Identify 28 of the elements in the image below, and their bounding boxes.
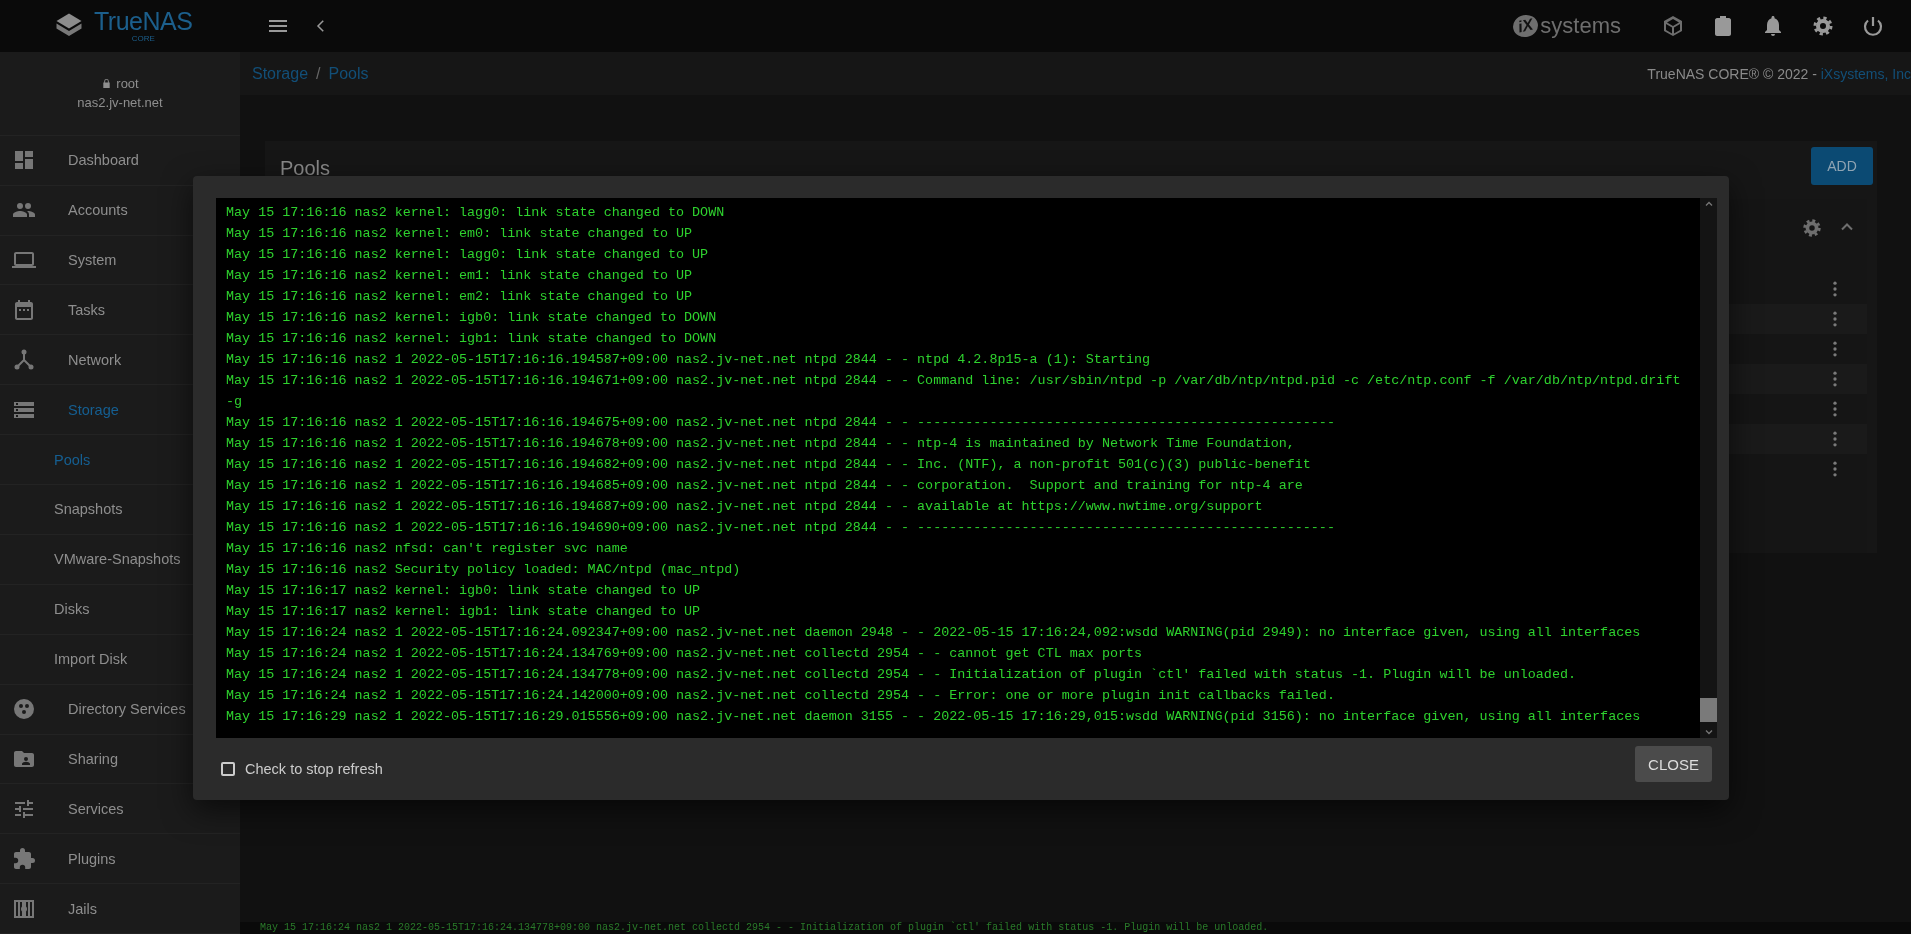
add-button[interactable]: ADD <box>1811 147 1873 185</box>
calendar-icon <box>12 297 36 322</box>
copyright-text: TrueNAS CORE® © 2022 - iXsystems, Inc <box>1647 65 1911 82</box>
sidebar-item[interactable]: Plugins <box>0 834 240 885</box>
cube-icon <box>1661 14 1685 38</box>
scrollbar-thumb[interactable] <box>1700 698 1717 722</box>
settings-icon <box>1811 14 1835 38</box>
logo-edition: CORE <box>131 35 155 43</box>
logo-title: TrueNAS <box>94 9 193 34</box>
close-button[interactable]: CLOSE <box>1635 746 1712 782</box>
hostname: nas2.jv-net.net <box>77 95 163 111</box>
power-icon <box>1861 14 1885 38</box>
log-ticker: May 15 17:16:24 nas2 1 2022-05-15T17:16:24.134778+09:00 nas2.jv-net.net collectd 2954 - - Initialization of plugin `ctl' failed with status -1. Plugin will be unloaded. <box>240 922 1911 934</box>
sidebar-item[interactable]: Jails <box>0 884 240 934</box>
cube-button[interactable] <box>1661 14 1685 38</box>
scrollbar[interactable] <box>1700 198 1717 738</box>
settings-icon[interactable] <box>1801 217 1823 239</box>
checkbox[interactable] <box>221 762 235 776</box>
username: root <box>116 76 139 92</box>
settings-button[interactable] <box>1811 14 1835 38</box>
network-nodes-icon <box>12 347 36 372</box>
lock-icon <box>101 78 113 90</box>
checkbox-label: Check to stop refresh <box>245 761 383 777</box>
puzzle-icon <box>12 846 36 871</box>
vendor-name: systems <box>1540 13 1621 39</box>
power-button[interactable] <box>1861 14 1885 38</box>
breadcrumb-separator: / <box>316 64 321 83</box>
page-title: Pools <box>280 157 331 179</box>
